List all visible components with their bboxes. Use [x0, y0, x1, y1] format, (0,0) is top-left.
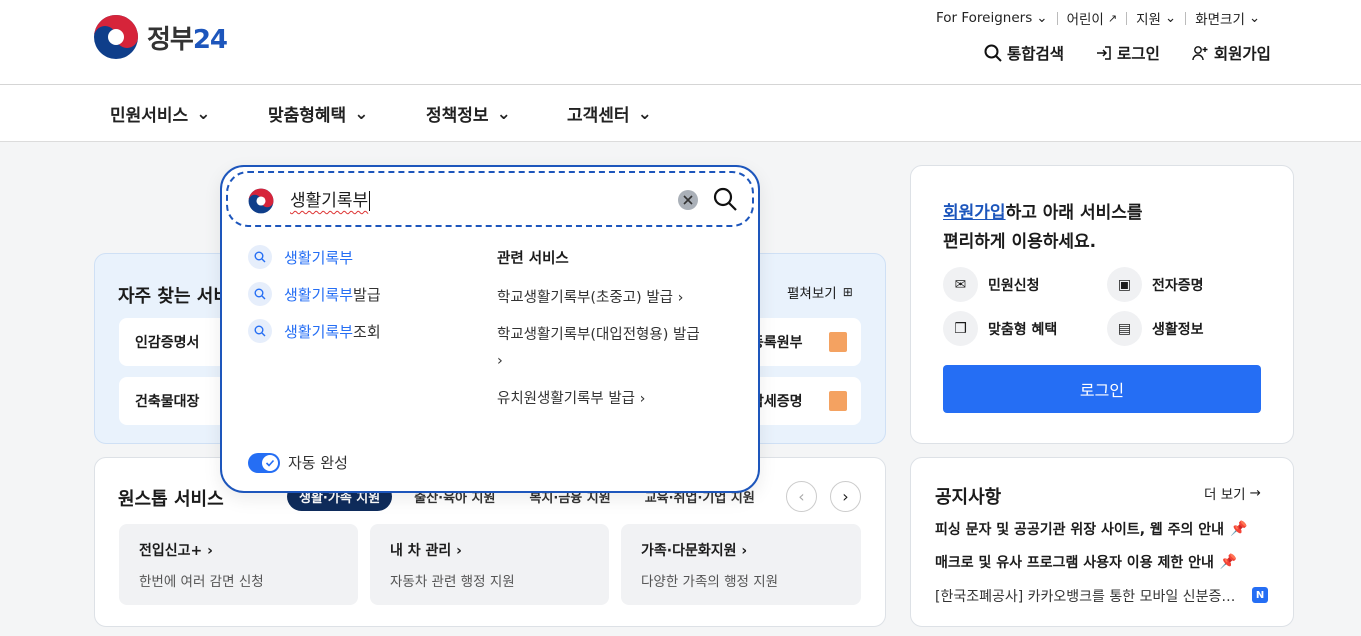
onestop-tile[interactable]: 가족·다문화지원 › 다양한 가족의 행정 지원 — [621, 524, 861, 605]
toggle-switch[interactable] — [248, 452, 280, 473]
autocomplete-label: 자동 완성 — [288, 454, 348, 472]
arrow-right-icon: → — [1249, 485, 1261, 501]
notice-item[interactable]: [한국조폐공사] 카카오뱅크를 통한 모바일 신분증… — [935, 586, 1265, 606]
utility-menu: For Foreigners ⌄ 어린이 ↗ 지원 ⌄ 화면크기 ⌄ — [936, 8, 1260, 28]
service-civil-application[interactable]: ✉ 민원신청 — [943, 267, 1040, 302]
chevron-down-icon: ⌄ — [1036, 10, 1048, 26]
gnb-item-civil-services[interactable]: 민원서비스 ⌄ — [110, 101, 211, 127]
suggestion-item[interactable]: 생활기록부조회 — [248, 319, 381, 343]
suggestion-item[interactable]: 생활기록부발급 — [248, 282, 381, 306]
util-foreigners[interactable]: For Foreigners ⌄ — [936, 10, 1048, 26]
util-support[interactable]: 지원 ⌄ — [1136, 8, 1176, 28]
prev-button[interactable]: ‹ — [786, 481, 817, 512]
gift-icon: ❒ — [943, 311, 978, 346]
related-service-link[interactable]: 학교생활기록부(대입전형용) 발급 › — [497, 322, 737, 374]
pin-icon: 📌 — [1230, 521, 1248, 537]
util-kids[interactable]: 어린이 ↗ — [1067, 8, 1118, 29]
main-navigation: 민원서비스 ⌄ 맞춤형혜택 ⌄ 정책정보 ⌄ 고객센터 ⌄ — [0, 85, 1361, 142]
related-service-link[interactable]: 학교생활기록부(초중고) 발급 › — [497, 285, 683, 311]
gnb-item-policy-info[interactable]: 정책정보 ⌄ — [426, 101, 511, 127]
taegeuk-emblem-icon — [248, 188, 274, 214]
integrated-search-button[interactable]: 통합검색 — [984, 42, 1064, 64]
service-life-info[interactable]: ▤ 생활정보 — [1107, 311, 1204, 346]
id-card-icon: ▣ — [1107, 267, 1142, 302]
suggestion-item[interactable]: 생활기록부 — [248, 245, 353, 269]
clear-search-button[interactable] — [678, 190, 698, 210]
chevron-right-icon: › — [842, 487, 849, 506]
login-icon — [1097, 46, 1111, 60]
new-badge: N — [1252, 587, 1268, 603]
chevron-down-icon: ⌄ — [354, 103, 369, 124]
onestop-title: 원스톱 서비스 — [118, 489, 224, 510]
next-button[interactable]: › — [830, 481, 861, 512]
service-custom-benefit[interactable]: ❒ 맞춤형 혜택 — [943, 311, 1057, 346]
notice-panel: 공지사항 더 보기 → 피싱 문자 및 공공기관 위장 사이트, 웹 주의 안내 📌… — [910, 457, 1294, 627]
notice-title: 공지사항 — [935, 487, 1002, 508]
document-icon — [829, 332, 847, 352]
notice-more-link[interactable]: 더 보기 → — [1204, 483, 1261, 503]
logo[interactable]: 정부24 — [93, 14, 228, 60]
service-e-certificate[interactable]: ▣ 전자증명 — [1107, 267, 1204, 302]
login-message: 회원가입하고 아래 서비스를 편리하게 이용하세요. — [943, 203, 1143, 252]
search-autocomplete-panel: 생활기록부 생활기록부 생활기록부발급 생활기록부조회 관련 서비스 학교생활기… — [220, 165, 760, 493]
logo-text: 정부24 — [147, 24, 228, 55]
grid-icon: ⊞ — [842, 285, 853, 299]
notice-item[interactable]: 매크로 및 유사 프로그램 사용자 이용 제한 안내 📌 — [935, 552, 1237, 572]
onestop-tile[interactable]: 내 차 관리 › 자동차 관련 행정 지원 — [370, 524, 609, 605]
login-link[interactable]: 로그인 — [1096, 42, 1160, 64]
divider — [1126, 11, 1128, 25]
related-services-title: 관련 서비스 — [497, 251, 569, 267]
search-input[interactable]: 생활기록부 — [290, 186, 371, 211]
close-icon — [683, 195, 693, 205]
chevron-down-icon: ⌄ — [496, 103, 511, 124]
divider — [1185, 11, 1187, 25]
external-link-icon: ↗ — [1107, 11, 1118, 25]
signup-link-inline[interactable]: 회원가입 — [943, 203, 1006, 223]
search-icon — [248, 245, 272, 269]
site-header: 정부24 For Foreigners ⌄ 어린이 ↗ 지원 ⌄ 화면크기 ⌄ 통합검색… — [0, 0, 1361, 85]
bookmark-icon: ▤ — [1107, 311, 1142, 346]
search-icon — [984, 44, 1002, 62]
divider — [1056, 11, 1058, 25]
mail-icon: ✉ — [943, 267, 978, 302]
chevron-down-icon: ⌄ — [1248, 10, 1261, 26]
pin-icon: 📌 — [1219, 554, 1238, 570]
search-icon — [248, 319, 272, 343]
related-service-link[interactable]: 유치원생활기록부 발급 › — [497, 386, 645, 412]
chevron-down-icon: ⌄ — [1164, 10, 1177, 26]
chevron-down-icon: ⌄ — [196, 103, 211, 124]
chevron-left-icon: ‹ — [798, 487, 805, 506]
autocomplete-toggle[interactable]: 자동 완성 — [248, 452, 348, 473]
util-screen-size[interactable]: 화면크기 ⌄ — [1195, 8, 1260, 28]
taegeuk-emblem-icon — [94, 15, 138, 59]
document-icon — [829, 391, 847, 411]
login-button[interactable]: 로그인 — [943, 365, 1261, 413]
chevron-down-icon: ⌄ — [637, 103, 652, 124]
gnb-item-custom-benefits[interactable]: 맞춤형혜택 ⌄ — [268, 101, 369, 127]
search-submit-button[interactable] — [712, 186, 738, 212]
search-input-box[interactable]: 생활기록부 — [226, 171, 754, 227]
user-plus-icon — [1192, 46, 1208, 61]
check-icon — [265, 459, 275, 467]
gnb-item-customer-center[interactable]: 고객센터 ⌄ — [567, 101, 652, 127]
notice-item[interactable]: 피싱 문자 및 공공기관 위장 사이트, 웹 주의 안내 📌 — [935, 519, 1247, 539]
search-icon — [248, 282, 272, 306]
expand-all-button[interactable]: 펼쳐보기 ⊞ — [787, 282, 853, 302]
onestop-tile[interactable]: 전입신고+ › 한번에 여러 감면 신청 — [119, 524, 358, 605]
signup-link[interactable]: 회원가입 — [1192, 42, 1271, 64]
login-card: 회원가입하고 아래 서비스를 편리하게 이용하세요. ✉ 민원신청 ▣ 전자증명 ❒… — [910, 165, 1294, 444]
header-actions: 통합검색 로그인 회원가입 — [984, 42, 1271, 64]
